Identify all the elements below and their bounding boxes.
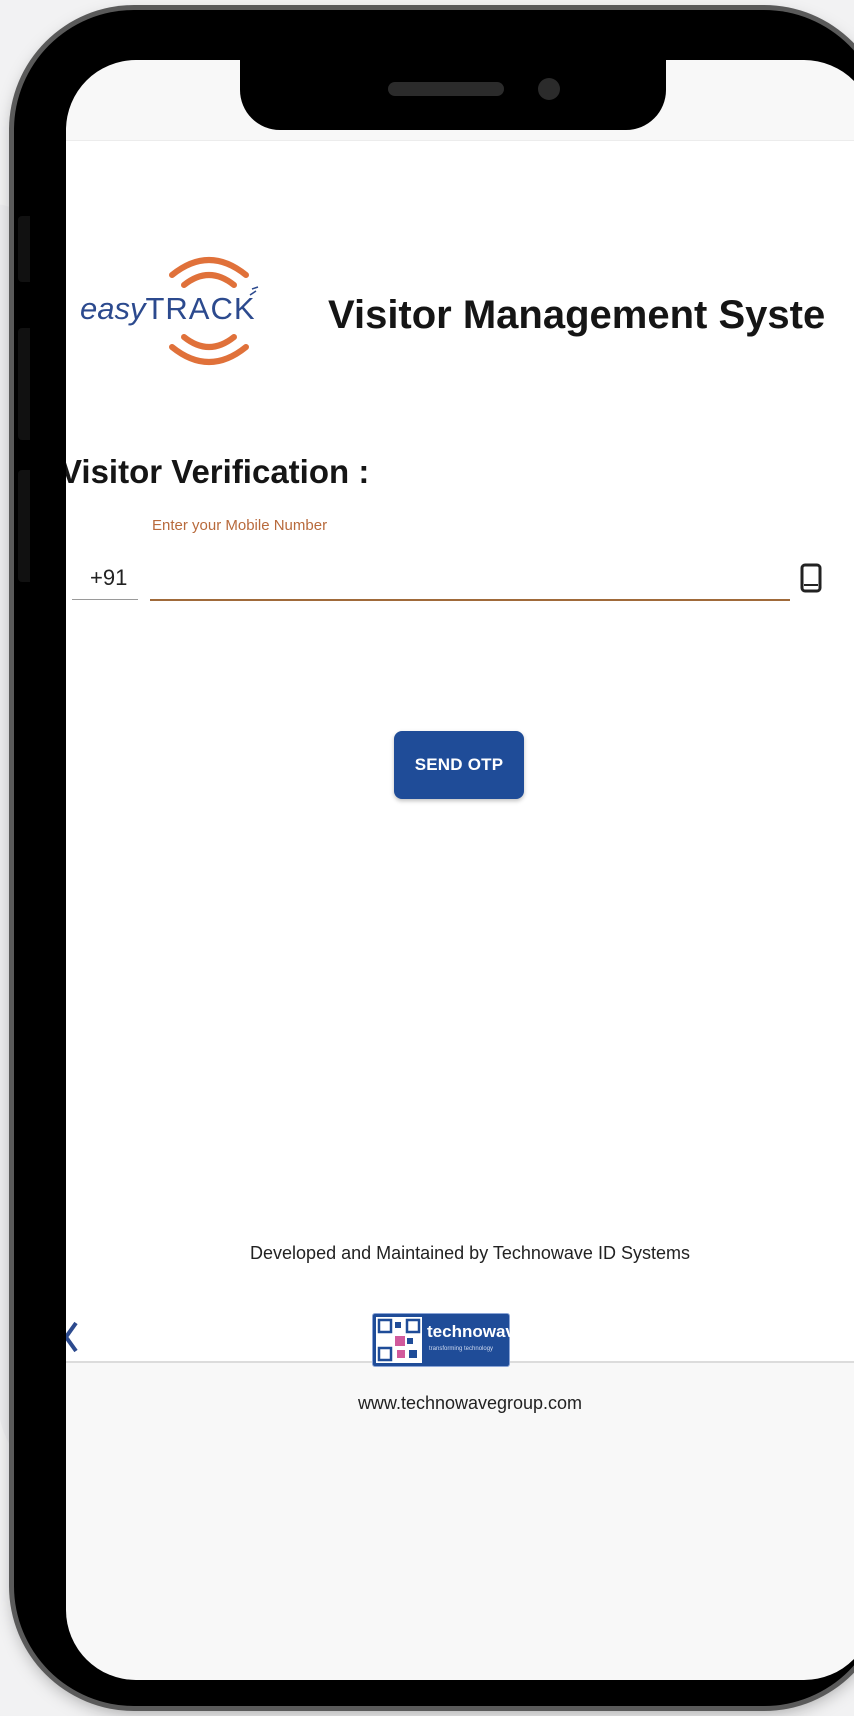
page-title: Visitor Management Syste (328, 293, 826, 337)
technowave-logo: technowave transforming technology (372, 1313, 524, 1367)
volume-down-button (18, 470, 30, 582)
chevron-left-icon (66, 1321, 78, 1353)
website-link[interactable]: www.technowavegroup.com (66, 1393, 854, 1414)
mute-switch (18, 216, 30, 282)
logo-wordmark: easyTRACK (80, 291, 256, 327)
speaker-grille (388, 82, 504, 96)
volume-up-button (18, 328, 30, 440)
easytrack-logo: easyTRACK (80, 251, 270, 367)
send-otp-button[interactable]: SEND OTP (394, 731, 524, 799)
technowave-logo-tagline: transforming technology (429, 1346, 494, 1352)
developer-credit: Developed and Maintained by Technowave I… (250, 1243, 690, 1263)
logo-track-text: TRACK (145, 291, 256, 326)
qr-code-icon (376, 1317, 422, 1363)
app-content: easyTRACK Visitor Management Syste Visit… (66, 140, 854, 1413)
logo-easy-text: easy (80, 291, 146, 326)
notch (240, 60, 666, 130)
technowave-logo-name: technowave (427, 1322, 525, 1341)
phone-frame: easyTRACK Visitor Management Syste Visit… (14, 10, 854, 1706)
front-camera (538, 78, 560, 100)
mobile-number-input[interactable] (150, 561, 790, 601)
mobile-field-label: Enter your Mobile Number (152, 517, 328, 534)
mobile-phone-icon (800, 563, 822, 593)
phone-screen: easyTRACK Visitor Management Syste Visit… (66, 60, 854, 1680)
section-heading: Visitor Verification : (66, 453, 370, 490)
country-code-field[interactable]: +91 (72, 561, 138, 600)
